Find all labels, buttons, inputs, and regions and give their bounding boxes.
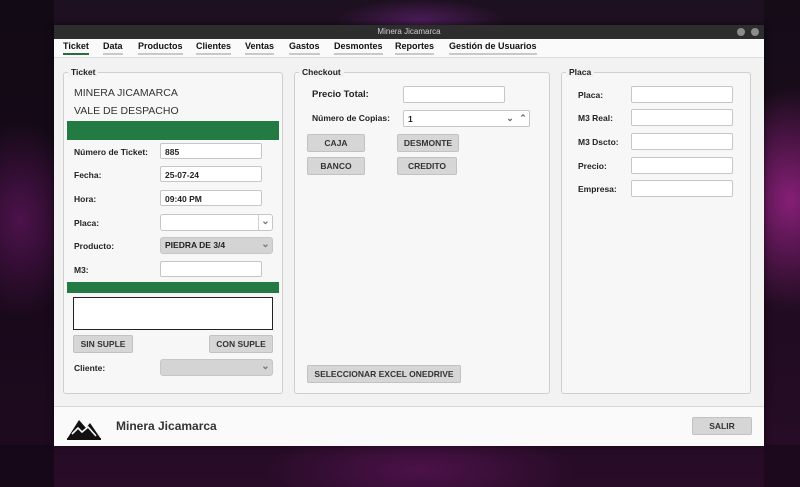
m3-field[interactable] [160,261,262,277]
ticket-notes-box[interactable] [73,297,273,330]
fecha-label: Fecha: [74,170,102,180]
ticket-panel: Ticket MINERA JICAMARCA VALE DE DESPACHO… [63,67,283,394]
chevron-down-icon[interactable]: ⌄ [258,215,272,230]
menu-productos[interactable]: Productos [138,41,183,55]
ticket-number-label: Número de Ticket: [74,147,149,157]
producto-combo[interactable]: PIEDRA DE 3/4 ⌄ [160,237,273,254]
menu-desmontes[interactable]: Desmontes [334,41,383,55]
m3-label: M3: [74,265,89,275]
checkout-panel: Checkout Precio Total: Número de Copias:… [294,67,550,394]
producto-combo-value: PIEDRA DE 3/4 [165,240,226,250]
caja-button[interactable]: CAJA [307,134,365,152]
placa-combo[interactable]: ⌄ [160,214,273,231]
fecha-field[interactable]: 25-07-24 [160,166,262,182]
close-button[interactable] [751,28,759,36]
placa-panel-title: Placa [566,67,595,77]
salir-button[interactable]: SALIR [692,417,752,435]
cliente-combo[interactable]: ⌄ [160,359,273,376]
bg-shadow-right [764,0,800,487]
ticket-panel-title: Ticket [68,67,99,77]
banco-button[interactable]: BANCO [307,157,365,175]
footer: Minera Jicamarca SALIR [54,406,764,446]
copias-spinner[interactable]: 1 ⌄ ⌃ [403,110,530,127]
chevron-down-icon[interactable]: ⌄ [504,111,516,126]
ticket-separator-bar [67,282,279,293]
precio-total-field[interactable] [403,86,505,103]
placa-label: Placa: [74,218,100,228]
m3-real-field[interactable] [631,109,733,126]
minimize-button[interactable] [737,28,745,36]
placa-info-label: Placa: [578,90,604,100]
precio-total-label: Precio Total: [312,89,369,100]
sin-suple-button[interactable]: SIN SUPLE [73,335,133,353]
footer-brand: Minera Jicamarca [116,419,217,433]
seleccionar-excel-button[interactable]: SELECCIONAR EXCEL ONEDRIVE [307,365,461,383]
checkout-panel-title: Checkout [299,67,344,77]
m3-dscto-label: M3 Dscto: [578,137,619,147]
producto-label: Producto: [74,241,115,251]
cliente-label: Cliente: [74,363,106,373]
menubar: Ticket Data Productos Clientes Ventas Ga… [54,39,764,58]
menu-ticket[interactable]: Ticket [63,41,89,55]
mountain-logo-icon [67,420,101,440]
app-window: Minera Jicamarca Ticket Data Productos C… [54,25,764,446]
ticket-header-bar [67,121,279,140]
desmonte-button[interactable]: DESMONTE [397,134,459,152]
placa-info-field[interactable] [631,86,733,103]
menu-reportes[interactable]: Reportes [395,41,435,55]
chevron-down-icon[interactable]: ⌄ [259,360,272,375]
bg-shadow-bottom [0,445,800,487]
empresa-field[interactable] [631,180,733,197]
chevron-down-icon[interactable]: ⌄ [259,238,272,253]
empresa-label: Empresa: [578,184,617,194]
copias-label: Número de Copias: [312,113,390,123]
copias-value: 1 [408,114,413,124]
window-title: Minera Jicamarca [377,27,441,36]
menu-gastos[interactable]: Gastos [289,41,320,55]
credito-button[interactable]: CREDITO [397,157,457,175]
menu-clientes[interactable]: Clientes [196,41,232,55]
m3-dscto-field[interactable] [631,133,733,150]
chevron-up-icon[interactable]: ⌃ [517,111,529,126]
placa-panel: Placa Placa: M3 Real: M3 Dscto: Precio: … [561,67,751,394]
hora-field[interactable]: 09:40 PM [160,190,262,206]
ticket-subtitle: VALE DE DESPACHO [74,105,179,117]
precio-label: Precio: [578,161,607,171]
menu-ventas[interactable]: Ventas [245,41,275,55]
ticket-number-field[interactable]: 885 [160,143,262,159]
m3-real-label: M3 Real: [578,113,613,123]
menu-gestion-usuarios[interactable]: Gestión de Usuarios [449,41,537,55]
menu-data[interactable]: Data [103,41,123,55]
hora-label: Hora: [74,194,97,204]
ticket-company: MINERA JICAMARCA [74,87,178,99]
precio-field[interactable] [631,157,733,174]
con-suple-button[interactable]: CON SUPLE [209,335,273,353]
titlebar: Minera Jicamarca [54,25,764,39]
bg-shadow-left [0,0,54,487]
